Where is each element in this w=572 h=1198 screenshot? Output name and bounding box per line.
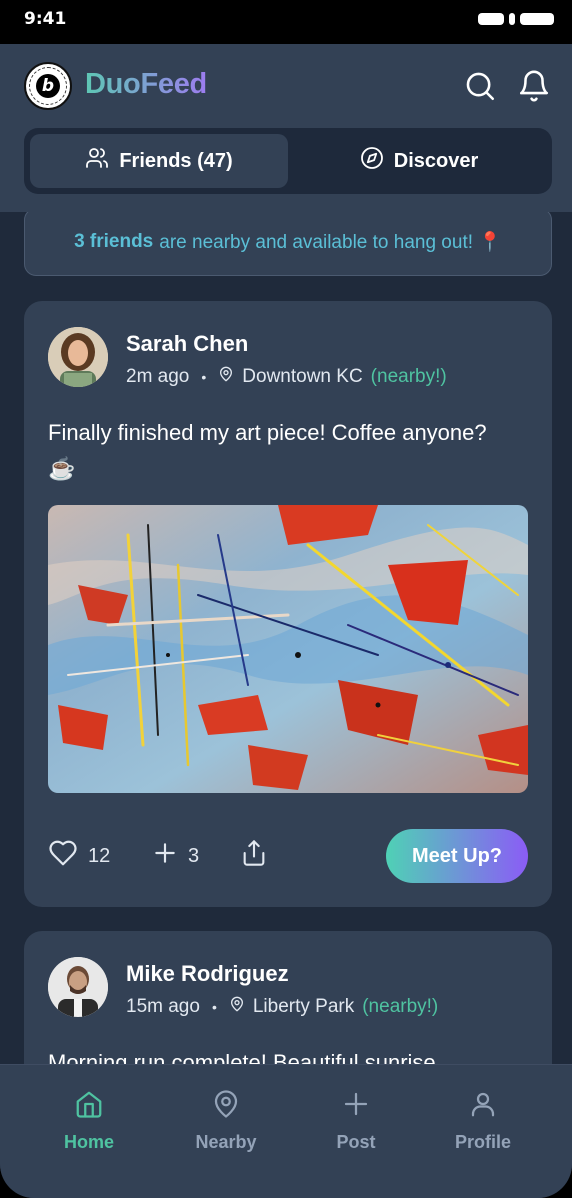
logo-ring [29, 67, 67, 105]
meta-separator: • [201, 369, 207, 385]
add-count: 3 [188, 844, 200, 867]
tab-discover[interactable]: Discover [292, 134, 546, 188]
like-button[interactable]: 12 [48, 829, 110, 883]
post-time: 2m ago [126, 366, 190, 387]
app-title: DuoFeed [85, 68, 207, 100]
tab-friends-label: Friends (47) [119, 149, 233, 172]
nav-post-label: Post [336, 1132, 376, 1152]
share-button[interactable] [240, 829, 268, 883]
nearby-label: (nearby!) [362, 996, 439, 1017]
user-icon [468, 1089, 498, 1124]
nearby-label: (nearby!) [370, 366, 447, 387]
users-icon [85, 146, 109, 176]
battery-icon [520, 13, 554, 25]
post-location[interactable]: Downtown KC [242, 366, 362, 388]
add-button[interactable]: 3 [152, 829, 199, 883]
feed[interactable]: 3 friends are nearby and available to ha… [0, 212, 572, 1064]
bottom-nav: Home Nearby Post Profile [0, 1064, 572, 1198]
nav-post[interactable]: Post [301, 1089, 411, 1153]
phone-screen: 9:41 b DuoFeed Friends (47) Discover 3 f… [0, 0, 572, 1198]
heart-icon [48, 838, 78, 874]
feed-tabs: Friends (47) Discover [24, 128, 552, 194]
nav-profile[interactable]: Profile [428, 1089, 538, 1153]
post-meta: 2m ago • Downtown KC (nearby!) [126, 365, 447, 389]
post-location[interactable]: Liberty Park [253, 996, 354, 1018]
banner-text: are nearby and available to hang out! 📍 [159, 232, 502, 253]
share-icon [240, 839, 268, 873]
post-text: Finally finished my art piece! Coffee an… [48, 420, 487, 481]
post-text: Morning run complete! Beautiful sunrise.… [48, 1050, 454, 1064]
nav-home[interactable]: Home [34, 1089, 144, 1153]
post-time: 15m ago [126, 996, 200, 1017]
wifi-icon [509, 13, 515, 25]
nav-nearby[interactable]: Nearby [171, 1089, 281, 1153]
post-image-abstract-painting[interactable] [48, 505, 528, 793]
tab-friends[interactable]: Friends (47) [30, 134, 288, 188]
tab-discover-label: Discover [393, 149, 479, 172]
map-pin-icon [229, 995, 245, 1019]
author-name[interactable]: Mike Rodriguez [126, 961, 289, 987]
status-time: 9:41 [24, 9, 67, 29]
meta-separator: • [211, 999, 217, 1015]
bolt-badge-logo[interactable]: b [24, 62, 72, 110]
like-count: 12 [88, 844, 111, 867]
post-meta: 15m ago • Liberty Park (nearby!) [126, 995, 438, 1019]
bell-icon[interactable] [516, 68, 552, 104]
app-header: b DuoFeed Friends (47) Discover [0, 44, 572, 212]
status-bar: 9:41 [0, 0, 572, 44]
avatar[interactable] [48, 327, 108, 387]
compass-icon [360, 146, 384, 176]
nav-nearby-label: Nearby [195, 1132, 257, 1152]
post-actions: 12 3 Meet Up? [48, 829, 528, 883]
avatar[interactable] [48, 957, 108, 1017]
nav-profile-label: Profile [454, 1132, 511, 1152]
map-pin-icon [218, 365, 234, 389]
home-icon [74, 1089, 104, 1124]
plus-icon [341, 1089, 371, 1124]
signal-icon [478, 13, 504, 25]
post-card: Mike Rodriguez 15m ago • Liberty Park (n… [24, 931, 552, 1064]
author-name[interactable]: Sarah Chen [126, 331, 248, 357]
map-pin-icon [211, 1089, 241, 1124]
nearby-banner[interactable]: 3 friends are nearby and available to ha… [24, 212, 552, 276]
nav-home-label: Home [63, 1132, 114, 1152]
status-icons [478, 13, 554, 25]
search-icon[interactable] [462, 68, 498, 104]
plus-icon [152, 840, 178, 872]
meet-up-button[interactable]: Meet Up? [386, 829, 528, 883]
banner-highlight: 3 friends [74, 231, 154, 252]
post-card: Sarah Chen 2m ago • Downtown KC (nearby!… [24, 301, 552, 907]
